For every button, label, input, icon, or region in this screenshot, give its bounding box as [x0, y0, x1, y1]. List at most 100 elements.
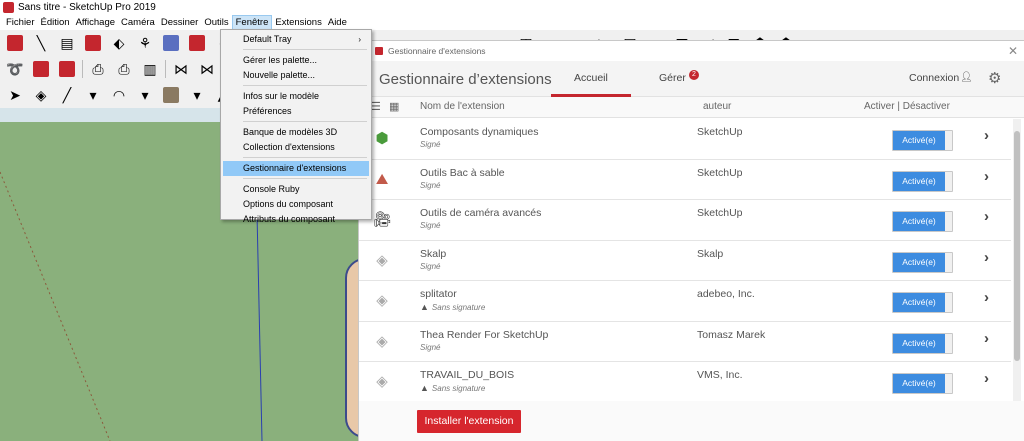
paint-icon[interactable]: ⚘ — [134, 32, 156, 54]
arc-tool-icon[interactable]: ◠ — [108, 84, 130, 106]
menu-item-default-tray[interactable]: Default Tray › — [223, 32, 369, 47]
line-tool-icon[interactable]: ╱ — [56, 84, 78, 106]
folder-icon[interactable] — [30, 58, 52, 80]
menu-item-model-info[interactable]: Infos sur le modèle — [223, 89, 369, 104]
signin-link[interactable]: Connexion — [909, 72, 959, 84]
column-name[interactable]: Nom de l'extension — [420, 101, 505, 112]
warning-icon: ▲ — [420, 383, 429, 393]
extension-author: adebeo, Inc. — [697, 288, 755, 300]
enable-toggle[interactable]: Activé(e) — [892, 251, 953, 273]
component-icon[interactable]: ⬖ — [108, 32, 130, 54]
scrollbar[interactable] — [1013, 119, 1021, 401]
chevron-right-icon[interactable]: › — [984, 289, 989, 306]
column-toggle: Activer | Désactiver — [864, 101, 950, 112]
menu-dessiner[interactable]: Dessiner — [158, 15, 202, 30]
menu-item-preferences[interactable]: Préférences — [223, 104, 369, 119]
menu-extensions[interactable]: Extensions — [272, 15, 324, 30]
menu-aide[interactable]: Aide — [325, 15, 350, 30]
export-icon[interactable]: ⎙ — [113, 58, 135, 80]
grid-view-icon[interactable]: ▦ — [389, 100, 399, 113]
eraser-icon[interactable]: ◈ — [30, 84, 52, 106]
list-item[interactable]: ◈ Skalp Signé Skalp Activé(e) › — [359, 241, 1011, 281]
menu-outils[interactable]: Outils — [201, 15, 231, 30]
menu-camera[interactable]: Caméra — [118, 15, 158, 30]
extension-warehouse-icon[interactable] — [186, 32, 208, 54]
menu-item-new-tray[interactable]: Nouvelle palette... — [223, 68, 369, 83]
toggle-label: Activé(e) — [893, 131, 945, 150]
sketchup-logo-icon — [375, 47, 383, 55]
scrollbar-thumb[interactable] — [1014, 131, 1020, 361]
warehouse-icon[interactable] — [160, 32, 182, 54]
dropdown-arrow-icon[interactable]: ▾ — [82, 84, 104, 106]
menu-item-3d-warehouse[interactable]: Banque de modèles 3D — [223, 125, 369, 140]
list-item[interactable]: ◈ splitator ▲ Sans signature adebeo, Inc.… — [359, 281, 1011, 322]
tab-gerer[interactable]: Gérer — [659, 72, 686, 84]
menu-item-extension-manager[interactable]: Gestionnaire d'extensions — [223, 161, 369, 176]
list-item[interactable]: ◈ TRAVAIL_DU_BOIS ▲ Sans signature VMS, I… — [359, 362, 1011, 401]
chevron-right-icon[interactable]: › — [984, 330, 989, 347]
extension-author: VMS, Inc. — [697, 369, 743, 381]
follow-me-icon[interactable]: ➰ — [4, 58, 26, 80]
extension-icon: ◈ — [376, 332, 388, 350]
status-text: Signé — [420, 261, 441, 271]
enable-toggle[interactable]: Activé(e) — [892, 130, 953, 151]
signature-status: Signé — [420, 181, 440, 190]
house-icon[interactable] — [4, 32, 26, 54]
list-item[interactable]: 🎥︎ Outils de caméra avancés Signé Sketch… — [359, 200, 1011, 241]
toggle-label: Activé(e) — [893, 252, 945, 272]
window-title: Sans titre - SketchUp Pro 2019 — [18, 2, 156, 13]
list-view-icon[interactable]: ☰ — [371, 100, 381, 113]
title-bar: Sans titre - SketchUp Pro 2019 — [0, 0, 1024, 15]
status-text: Signé — [420, 140, 441, 149]
enable-toggle[interactable]: Activé(e) — [892, 332, 953, 354]
list-item[interactable]: ⛰ Outils Bac à sable Signé SketchUp Acti… — [359, 160, 1011, 200]
menu-item-extension-warehouse[interactable]: Collection d'extensions — [223, 140, 369, 155]
menu-affichage[interactable]: Affichage — [73, 15, 118, 30]
list-item[interactable]: ⬢ Composants dynamiques Signé SketchUp A… — [359, 119, 1011, 160]
menu-item-component-options[interactable]: Options du composant — [223, 197, 369, 212]
section-plane-icon[interactable]: ⋈ — [170, 58, 192, 80]
ext-page-title: Gestionnaire d’extensions — [379, 71, 552, 88]
enable-toggle[interactable]: Activé(e) — [892, 373, 953, 394]
menu-separator — [243, 85, 367, 86]
dropdown-arrow-icon[interactable]: ▾ — [134, 84, 156, 106]
section-cut-icon[interactable]: ⋈ — [196, 58, 218, 80]
close-icon[interactable]: ✕ — [1008, 44, 1018, 58]
ext-window-titlebar: Gestionnaire d'extensions ✕ — [359, 41, 1024, 61]
menu-item-ruby-console[interactable]: Console Ruby — [223, 182, 369, 197]
extension-list: ⬢ Composants dynamiques Signé SketchUp A… — [359, 119, 1011, 401]
printer-icon[interactable]: ⎙ — [87, 58, 109, 80]
menu-item-component-attributes[interactable]: Attributs du composant — [223, 212, 369, 227]
menu-edition[interactable]: Édition — [38, 15, 73, 30]
chevron-right-icon[interactable]: › — [984, 370, 989, 387]
chevron-right-icon[interactable]: › — [984, 208, 989, 225]
chevron-right-icon[interactable]: › — [984, 127, 989, 144]
toggle-label: Activé(e) — [893, 374, 945, 393]
menu-fenetre[interactable]: Fenêtre — [231, 15, 273, 30]
enable-toggle[interactable]: Activé(e) — [892, 170, 953, 192]
dropdown-arrow-icon[interactable]: ▾ — [186, 84, 208, 106]
enable-toggle[interactable]: Activé(e) — [892, 292, 953, 313]
toolbar-separator — [82, 60, 83, 78]
enable-toggle[interactable]: Activé(e) — [892, 211, 953, 232]
rectangle-tool-icon[interactable] — [160, 84, 182, 106]
user-icon[interactable]: 👤︎ — [960, 72, 973, 83]
select-arrow-icon[interactable]: ➤ — [4, 84, 26, 106]
layers-icon[interactable]: ▥ — [139, 58, 161, 80]
signature-status: Signé — [420, 221, 440, 230]
menu-item-manage-trays[interactable]: Gérer les palette... — [223, 53, 369, 68]
chevron-right-icon[interactable]: › — [984, 249, 989, 266]
extension-name: Skalp — [420, 247, 447, 260]
box-icon[interactable] — [82, 32, 104, 54]
ext-header: Gestionnaire d’extensions Accueil Gérer … — [359, 61, 1024, 97]
column-author[interactable]: auteur — [703, 101, 731, 112]
chevron-right-icon[interactable]: › — [984, 168, 989, 185]
pencil-icon[interactable]: ╲ — [30, 32, 52, 54]
list-icon[interactable]: ▤ — [56, 32, 78, 54]
gear-icon[interactable]: ⚙ — [988, 69, 1001, 87]
menu-fichier[interactable]: Fichier — [3, 15, 38, 30]
list-item[interactable]: ◈ Thea Render For SketchUp Signé Tomasz … — [359, 322, 1011, 362]
photo-icon[interactable] — [56, 58, 78, 80]
install-extension-button[interactable]: Installer l'extension — [417, 410, 521, 433]
tab-accueil[interactable]: Accueil — [574, 72, 608, 84]
